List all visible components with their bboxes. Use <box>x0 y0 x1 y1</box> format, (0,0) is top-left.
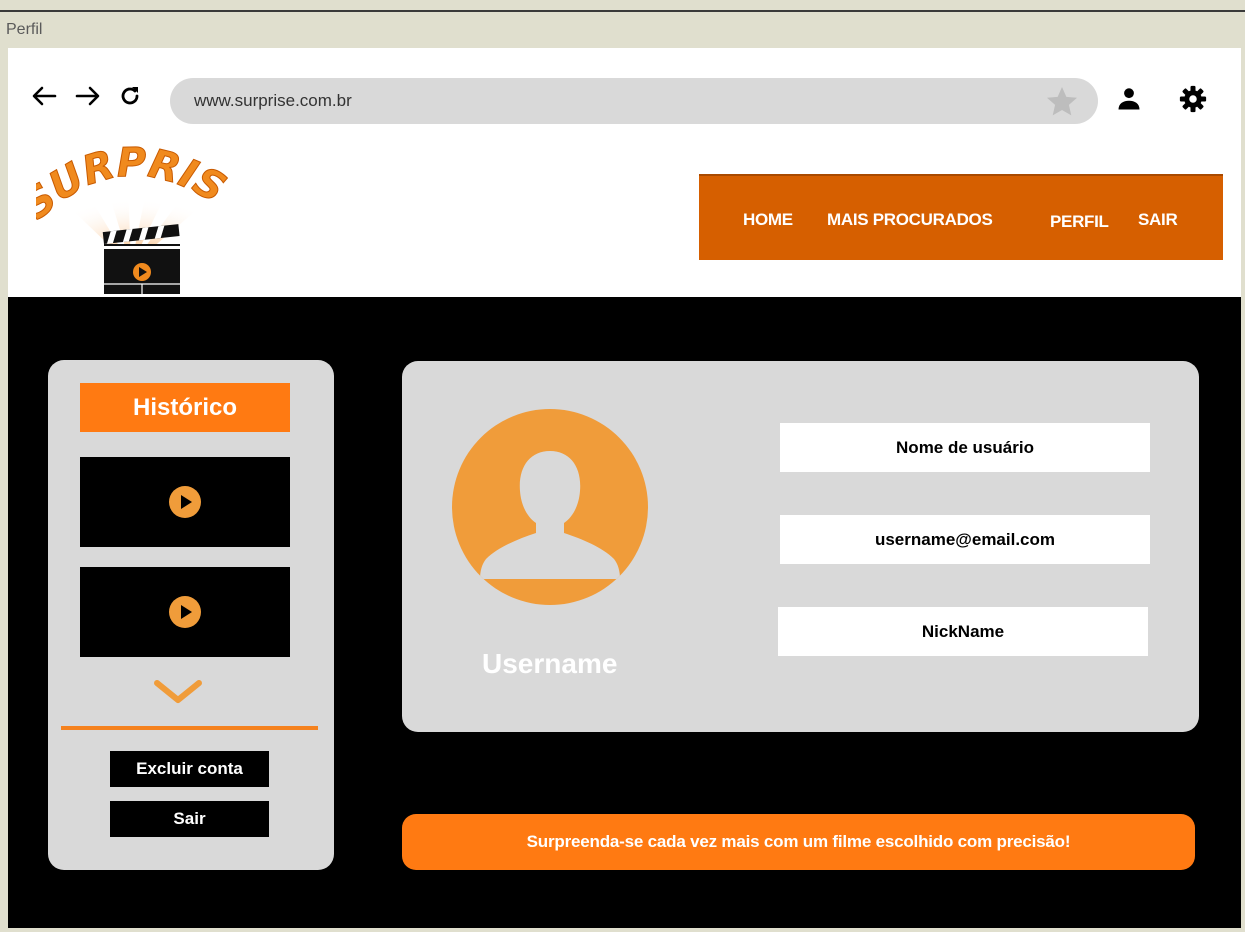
logout-button[interactable]: Sair <box>110 801 269 837</box>
window-titlebar: Perfil <box>0 10 1245 48</box>
nav-mais-procurados[interactable]: MAIS PROCURADOS <box>827 210 993 230</box>
browser-window: www.surprise.com.br URPRIS HOME MAIS PRO… <box>8 48 1241 928</box>
chevron-down-icon[interactable] <box>152 678 204 706</box>
delete-account-button[interactable]: Excluir conta <box>110 751 269 787</box>
profile-card: Username Nome de usuário username@email.… <box>402 361 1199 732</box>
profile-button[interactable] <box>1112 82 1146 116</box>
username-field[interactable]: Nome de usuário <box>780 423 1150 472</box>
site-logo[interactable]: SURPRISE <box>14 110 236 296</box>
back-button[interactable] <box>30 82 58 110</box>
gear-icon <box>1179 85 1207 113</box>
settings-button[interactable] <box>1176 82 1210 116</box>
username-label: Username <box>482 648 618 679</box>
history-sidebar: Histórico Excluir conta Sair <box>48 360 334 870</box>
main-content: Histórico Excluir conta Sair Username No… <box>8 297 1241 928</box>
nav-perfil[interactable]: PERFIL <box>1050 212 1109 232</box>
clapperboard-logo: SURPRISE <box>14 110 234 294</box>
url-text: www.surprise.com.br <box>194 91 352 110</box>
email-field[interactable]: username@email.com <box>780 515 1150 564</box>
user-icon <box>1118 88 1140 110</box>
tagline-banner: Surpreenda-se cada vez mais com um filme… <box>402 814 1195 870</box>
play-icon <box>169 486 201 518</box>
history-item[interactable] <box>80 567 290 657</box>
arrow-right-icon <box>75 86 100 106</box>
main-nav: HOME MAIS PROCURADOS PERFIL SAIR <box>699 174 1223 260</box>
nav-home[interactable]: HOME <box>743 210 793 230</box>
address-bar[interactable]: www.surprise.com.br <box>170 78 1098 124</box>
svg-text:SURPRISE: SURPRISE <box>36 146 233 229</box>
arrow-left-icon <box>32 86 57 106</box>
nav-sair[interactable]: SAIR <box>1138 210 1178 230</box>
user-silhouette-icon <box>480 451 620 579</box>
nickname-field[interactable]: NickName <box>778 607 1148 656</box>
history-item[interactable] <box>80 457 290 547</box>
forward-button[interactable] <box>74 82 102 110</box>
avatar[interactable] <box>452 409 648 605</box>
window-title: Perfil <box>6 21 43 38</box>
history-title: Histórico <box>80 383 290 432</box>
star-icon[interactable] <box>1044 84 1080 120</box>
reload-button[interactable] <box>116 82 144 110</box>
reload-icon <box>121 87 139 105</box>
sidebar-divider <box>61 726 318 730</box>
play-icon <box>169 596 201 628</box>
